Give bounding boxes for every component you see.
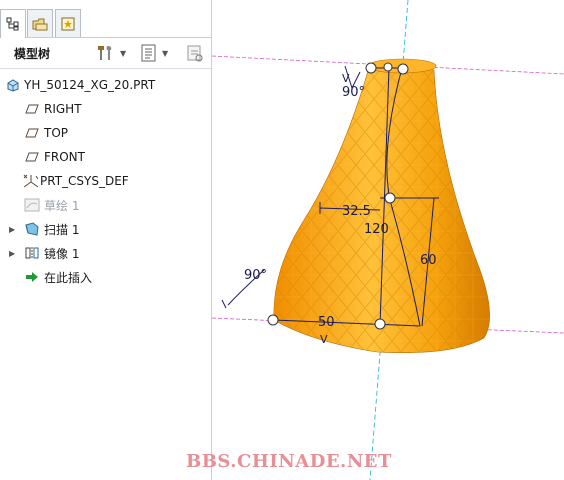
dim-top-angle[interactable]: 90° bbox=[342, 85, 365, 100]
navigator-tabbar bbox=[0, 0, 211, 38]
tree-item-sweep[interactable]: ▶ 扫描 1 bbox=[0, 218, 211, 240]
graphics-viewport[interactable]: 90° 32.5 120 60 90° 50 V V bbox=[212, 0, 564, 480]
tree-item-insert-here[interactable]: 在此插入 bbox=[0, 266, 211, 288]
vase-model[interactable] bbox=[273, 58, 490, 354]
model-tree-icon bbox=[6, 17, 19, 31]
sketch-icon bbox=[24, 197, 40, 213]
tree-item-label: RIGHT bbox=[44, 102, 82, 116]
tree-item-top[interactable]: TOP bbox=[0, 122, 211, 144]
dim-bottom-width[interactable]: 50 bbox=[318, 315, 335, 330]
filter-icon bbox=[187, 45, 203, 62]
expand-icon[interactable]: ▶ bbox=[9, 225, 15, 234]
chevron-down-icon: ▼ bbox=[162, 48, 169, 58]
vertical-constraint-bottom: V bbox=[320, 333, 328, 346]
tree-item-mirror[interactable]: ▶ 镜像 1 bbox=[0, 242, 211, 264]
dim-height-right[interactable]: 60 bbox=[420, 253, 437, 268]
tree-item-sketch[interactable]: 草绘 1 bbox=[0, 194, 211, 216]
tree-item-label: PRT_CSYS_DEF bbox=[40, 174, 129, 188]
model-tree-toolbar: 模型树 ▼ ▼ bbox=[0, 38, 211, 69]
tab-folder-browser[interactable] bbox=[27, 9, 53, 37]
favorites-icon bbox=[61, 17, 75, 30]
datum-plane-icon bbox=[24, 149, 40, 165]
mirror-icon bbox=[24, 245, 40, 261]
tree-filter-button[interactable] bbox=[186, 42, 204, 64]
tree-item-label: 扫描 1 bbox=[44, 222, 80, 237]
tree-item-label: FRONT bbox=[44, 150, 85, 164]
tab-model-tree[interactable] bbox=[0, 9, 26, 38]
model-tree-title: 模型树 bbox=[14, 47, 51, 61]
part-icon bbox=[5, 77, 21, 93]
tree-item-right[interactable]: RIGHT bbox=[0, 98, 211, 120]
tree-item-label: 在此插入 bbox=[44, 270, 93, 285]
tree-item-front[interactable]: FRONT bbox=[0, 146, 211, 168]
expand-icon[interactable]: ▶ bbox=[9, 249, 15, 258]
tree-item-label: TOP bbox=[44, 126, 69, 140]
model-canvas: 90° 32.5 120 60 90° 50 V V bbox=[212, 0, 564, 480]
tree-item-part[interactable]: YH_50124_XG_20.PRT bbox=[0, 74, 211, 96]
dim-bottom-angle[interactable]: 90° bbox=[244, 268, 267, 283]
tab-favorites[interactable] bbox=[55, 9, 81, 37]
dim-height-mid[interactable]: 120 bbox=[364, 222, 389, 237]
tree-item-label: 镜像 1 bbox=[44, 246, 80, 261]
tree-item-csys[interactable]: PRT_CSYS_DEF bbox=[0, 170, 211, 192]
chevron-down-icon: ▼ bbox=[120, 48, 127, 58]
datum-plane-icon bbox=[24, 125, 40, 141]
dim-width-top[interactable]: 32.5 bbox=[342, 204, 371, 219]
watermark: BBS.CHINADE.NET bbox=[186, 451, 392, 472]
tree-settings-button[interactable]: ▼ bbox=[96, 42, 126, 64]
vertical-constraint-top: V bbox=[342, 72, 350, 85]
folder-browser-icon bbox=[32, 18, 48, 30]
tree-show-button[interactable]: ▼ bbox=[140, 42, 168, 64]
csys-icon bbox=[22, 173, 38, 189]
insert-here-arrow-icon bbox=[24, 269, 40, 285]
settings-icon bbox=[98, 46, 112, 60]
show-list-icon bbox=[141, 44, 156, 62]
tree-item-label: 草绘 1 bbox=[44, 198, 80, 213]
datum-plane-icon bbox=[24, 101, 40, 117]
tree-item-label: YH_50124_XG_20.PRT bbox=[24, 78, 156, 92]
model-tree-panel: 模型树 ▼ ▼ YH_50124_XG_20.PRT RIGHT TOP FRO… bbox=[0, 0, 212, 480]
sweep-icon bbox=[24, 221, 40, 237]
